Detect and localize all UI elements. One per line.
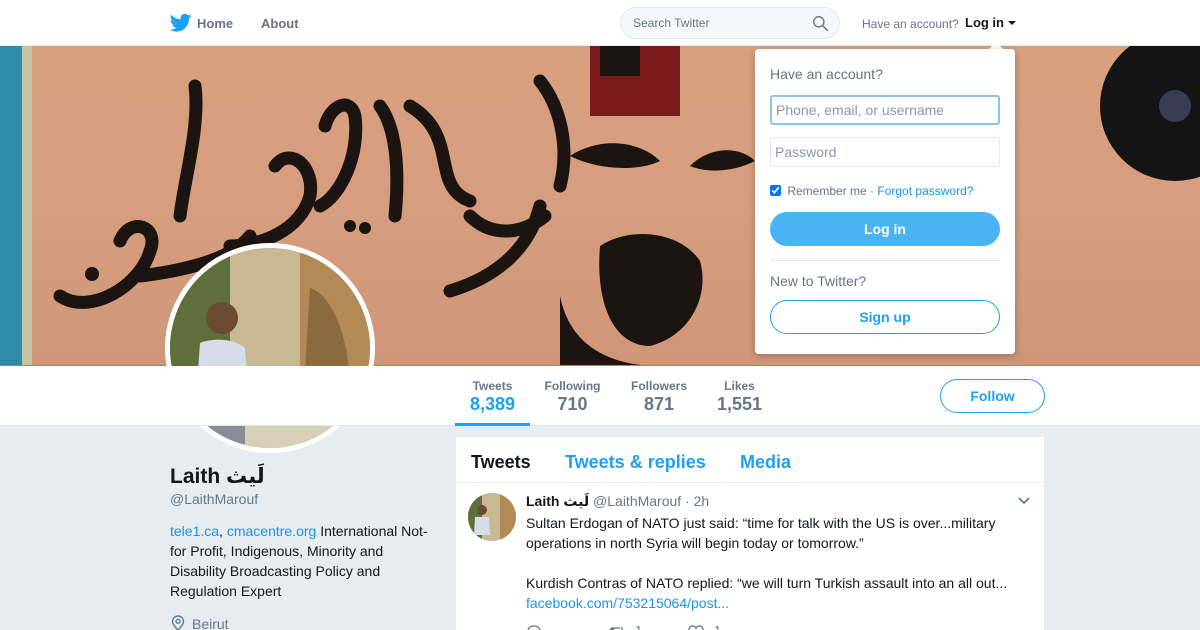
tab-tweets[interactable]: Tweets bbox=[471, 452, 531, 473]
profile-location: Beirut bbox=[192, 616, 229, 630]
tweet-timestamp[interactable]: · 2h bbox=[685, 493, 709, 509]
caret-down-icon[interactable] bbox=[1008, 21, 1016, 25]
twitter-bird-icon[interactable] bbox=[170, 13, 192, 33]
reply-icon[interactable] bbox=[526, 625, 542, 630]
stat-label: Likes bbox=[724, 379, 755, 393]
remember-separator: · bbox=[866, 184, 878, 198]
stat-followers[interactable]: Followers 871 bbox=[625, 366, 693, 426]
nav-home-link[interactable]: Home bbox=[197, 16, 233, 31]
stat-value: 1,551 bbox=[716, 394, 763, 414]
stat-likes[interactable]: Likes 1,551 bbox=[712, 366, 767, 426]
search-box bbox=[620, 7, 840, 39]
login-button[interactable]: Log in bbox=[770, 212, 1000, 246]
stat-value: 710 bbox=[557, 394, 588, 414]
tab-tweets-replies[interactable]: Tweets & replies bbox=[565, 452, 706, 473]
bio-separator: , bbox=[219, 523, 227, 539]
bio-link-tele1[interactable]: tele1.ca bbox=[170, 523, 219, 539]
stat-label: Followers bbox=[630, 379, 687, 393]
profile-bio: tele1.ca, cmacentre.org International No… bbox=[170, 521, 430, 601]
bio-link-cmacentre[interactable]: cmacentre.org bbox=[227, 523, 316, 539]
tweet-avatar[interactable] bbox=[468, 493, 516, 541]
login-dropdown: Have an account? Remember me · Forgot pa… bbox=[755, 49, 1015, 354]
retweet-count: 1 bbox=[635, 623, 642, 630]
dropdown-title: Have an account? bbox=[770, 66, 883, 82]
remember-me-checkbox[interactable] bbox=[770, 185, 781, 196]
search-icon[interactable] bbox=[812, 15, 829, 32]
tweet-link[interactable]: facebook.com/753215064/post... bbox=[526, 593, 1026, 613]
divider bbox=[770, 260, 1000, 261]
tweet-author-name[interactable]: Laith لَيث bbox=[526, 493, 589, 509]
have-account-text: Have an account? bbox=[862, 17, 959, 31]
tweet-paragraph: Kurdish Contras of NATO replied: “we wil… bbox=[526, 575, 1008, 591]
top-navigation: Home About Have an account? Log in bbox=[0, 0, 1200, 46]
remember-row: Remember me · Forgot password? bbox=[770, 184, 973, 198]
username-field[interactable] bbox=[770, 95, 1000, 125]
stat-value: 8,389 bbox=[469, 394, 516, 414]
password-field[interactable] bbox=[770, 137, 1000, 167]
location-pin-icon bbox=[171, 615, 185, 630]
profile-stats-bar: Tweets 8,389 Following 710 Followers 871… bbox=[0, 366, 1200, 426]
stat-label: Tweets bbox=[472, 379, 513, 393]
timeline-tabs: Tweets Tweets & replies Media bbox=[456, 437, 1044, 483]
heart-icon[interactable] bbox=[688, 625, 704, 630]
stat-tweets[interactable]: Tweets 8,389 bbox=[455, 366, 530, 426]
search-input[interactable] bbox=[633, 16, 803, 30]
login-dropdown-toggle[interactable]: Log in bbox=[965, 15, 1004, 30]
tweet-author-handle[interactable]: @LaithMarouf bbox=[593, 493, 681, 509]
signup-button[interactable]: Sign up bbox=[770, 300, 1000, 334]
retweet-icon[interactable] bbox=[608, 625, 626, 630]
like-count: 1 bbox=[714, 623, 721, 630]
chevron-down-icon[interactable] bbox=[1018, 497, 1030, 505]
new-to-twitter-text: New to Twitter? bbox=[770, 273, 867, 289]
tweet-header: Laith لَيث @LaithMarouf · 2h bbox=[526, 493, 709, 510]
timeline: Tweets Tweets & replies Media Laith لَيث… bbox=[456, 437, 1044, 630]
follow-button[interactable]: Follow bbox=[940, 379, 1045, 413]
remember-me-label[interactable]: Remember me bbox=[787, 184, 866, 198]
stat-value: 871 bbox=[643, 394, 675, 414]
forgot-password-link[interactable]: Forgot password? bbox=[877, 184, 973, 198]
tweet-text: Sultan Erdogan of NATO just said: “time … bbox=[526, 513, 1026, 613]
tweet-item[interactable]: Laith لَيث @LaithMarouf · 2h Sultan Erdo… bbox=[456, 483, 1044, 630]
tab-media[interactable]: Media bbox=[740, 452, 791, 473]
nav-about-link[interactable]: About bbox=[261, 16, 299, 31]
profile-name: Laith لَيث bbox=[170, 465, 265, 488]
profile-handle[interactable]: @LaithMarouf bbox=[170, 491, 258, 507]
stat-following[interactable]: Following 710 bbox=[540, 366, 605, 426]
tweet-paragraph: Sultan Erdogan of NATO just said: “time … bbox=[526, 515, 996, 551]
stat-label: Following bbox=[544, 379, 601, 393]
